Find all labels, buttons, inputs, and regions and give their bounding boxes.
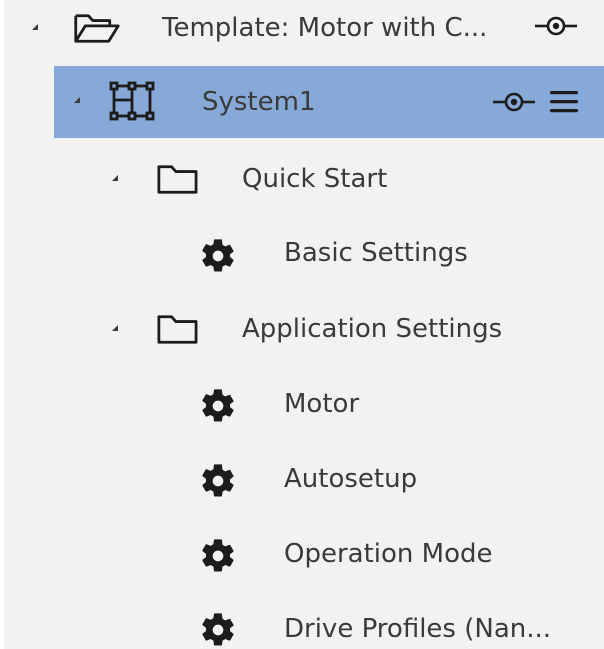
gear-icon	[198, 461, 238, 501]
operation-mode-label: Operation Mode	[284, 539, 493, 569]
tree-item-system1[interactable]: System1	[54, 66, 604, 138]
tree-item-operation-mode[interactable]: Operation Mode	[4, 517, 604, 591]
quick-start-label: Quick Start	[242, 164, 388, 194]
gear-icon	[198, 386, 238, 426]
gear-icon	[198, 610, 238, 649]
gear-icon	[198, 236, 238, 276]
folder-icon	[156, 312, 200, 346]
application-settings-label: Application Settings	[242, 314, 503, 344]
system-network-icon	[106, 80, 170, 124]
connect-icon[interactable]	[534, 12, 578, 40]
tree-item-quick-start[interactable]: Quick Start	[4, 142, 604, 216]
expand-arrow-icon[interactable]	[112, 175, 118, 181]
connect-icon[interactable]	[492, 88, 536, 116]
expand-arrow-icon[interactable]	[74, 97, 80, 103]
tree-item-application-settings[interactable]: Application Settings	[4, 292, 604, 366]
autosetup-label: Autosetup	[284, 464, 418, 494]
expand-arrow-icon[interactable]	[32, 24, 38, 30]
tree-item-drive-profiles[interactable]: Drive Profiles (Nan...	[4, 592, 604, 649]
tree-item-basic-settings[interactable]: Basic Settings	[4, 216, 604, 290]
template-label: Template: Motor with C...	[162, 13, 488, 43]
hamburger-menu-icon[interactable]	[548, 90, 582, 116]
tree-item-autosetup[interactable]: Autosetup	[4, 442, 604, 516]
folder-icon	[156, 162, 200, 196]
folder-open-icon	[72, 11, 122, 45]
tree-item-motor[interactable]: Motor	[4, 367, 604, 441]
motor-label: Motor	[284, 389, 360, 419]
system-label: System1	[202, 87, 316, 117]
expand-arrow-icon[interactable]	[112, 325, 118, 331]
gear-icon	[198, 536, 238, 576]
project-tree: Template: Motor with C... System1 Quick …	[4, 0, 604, 649]
drive-profiles-label: Drive Profiles (Nan...	[284, 614, 552, 644]
tree-item-template[interactable]: Template: Motor with C...	[4, 0, 604, 74]
basic-settings-label: Basic Settings	[284, 238, 468, 268]
